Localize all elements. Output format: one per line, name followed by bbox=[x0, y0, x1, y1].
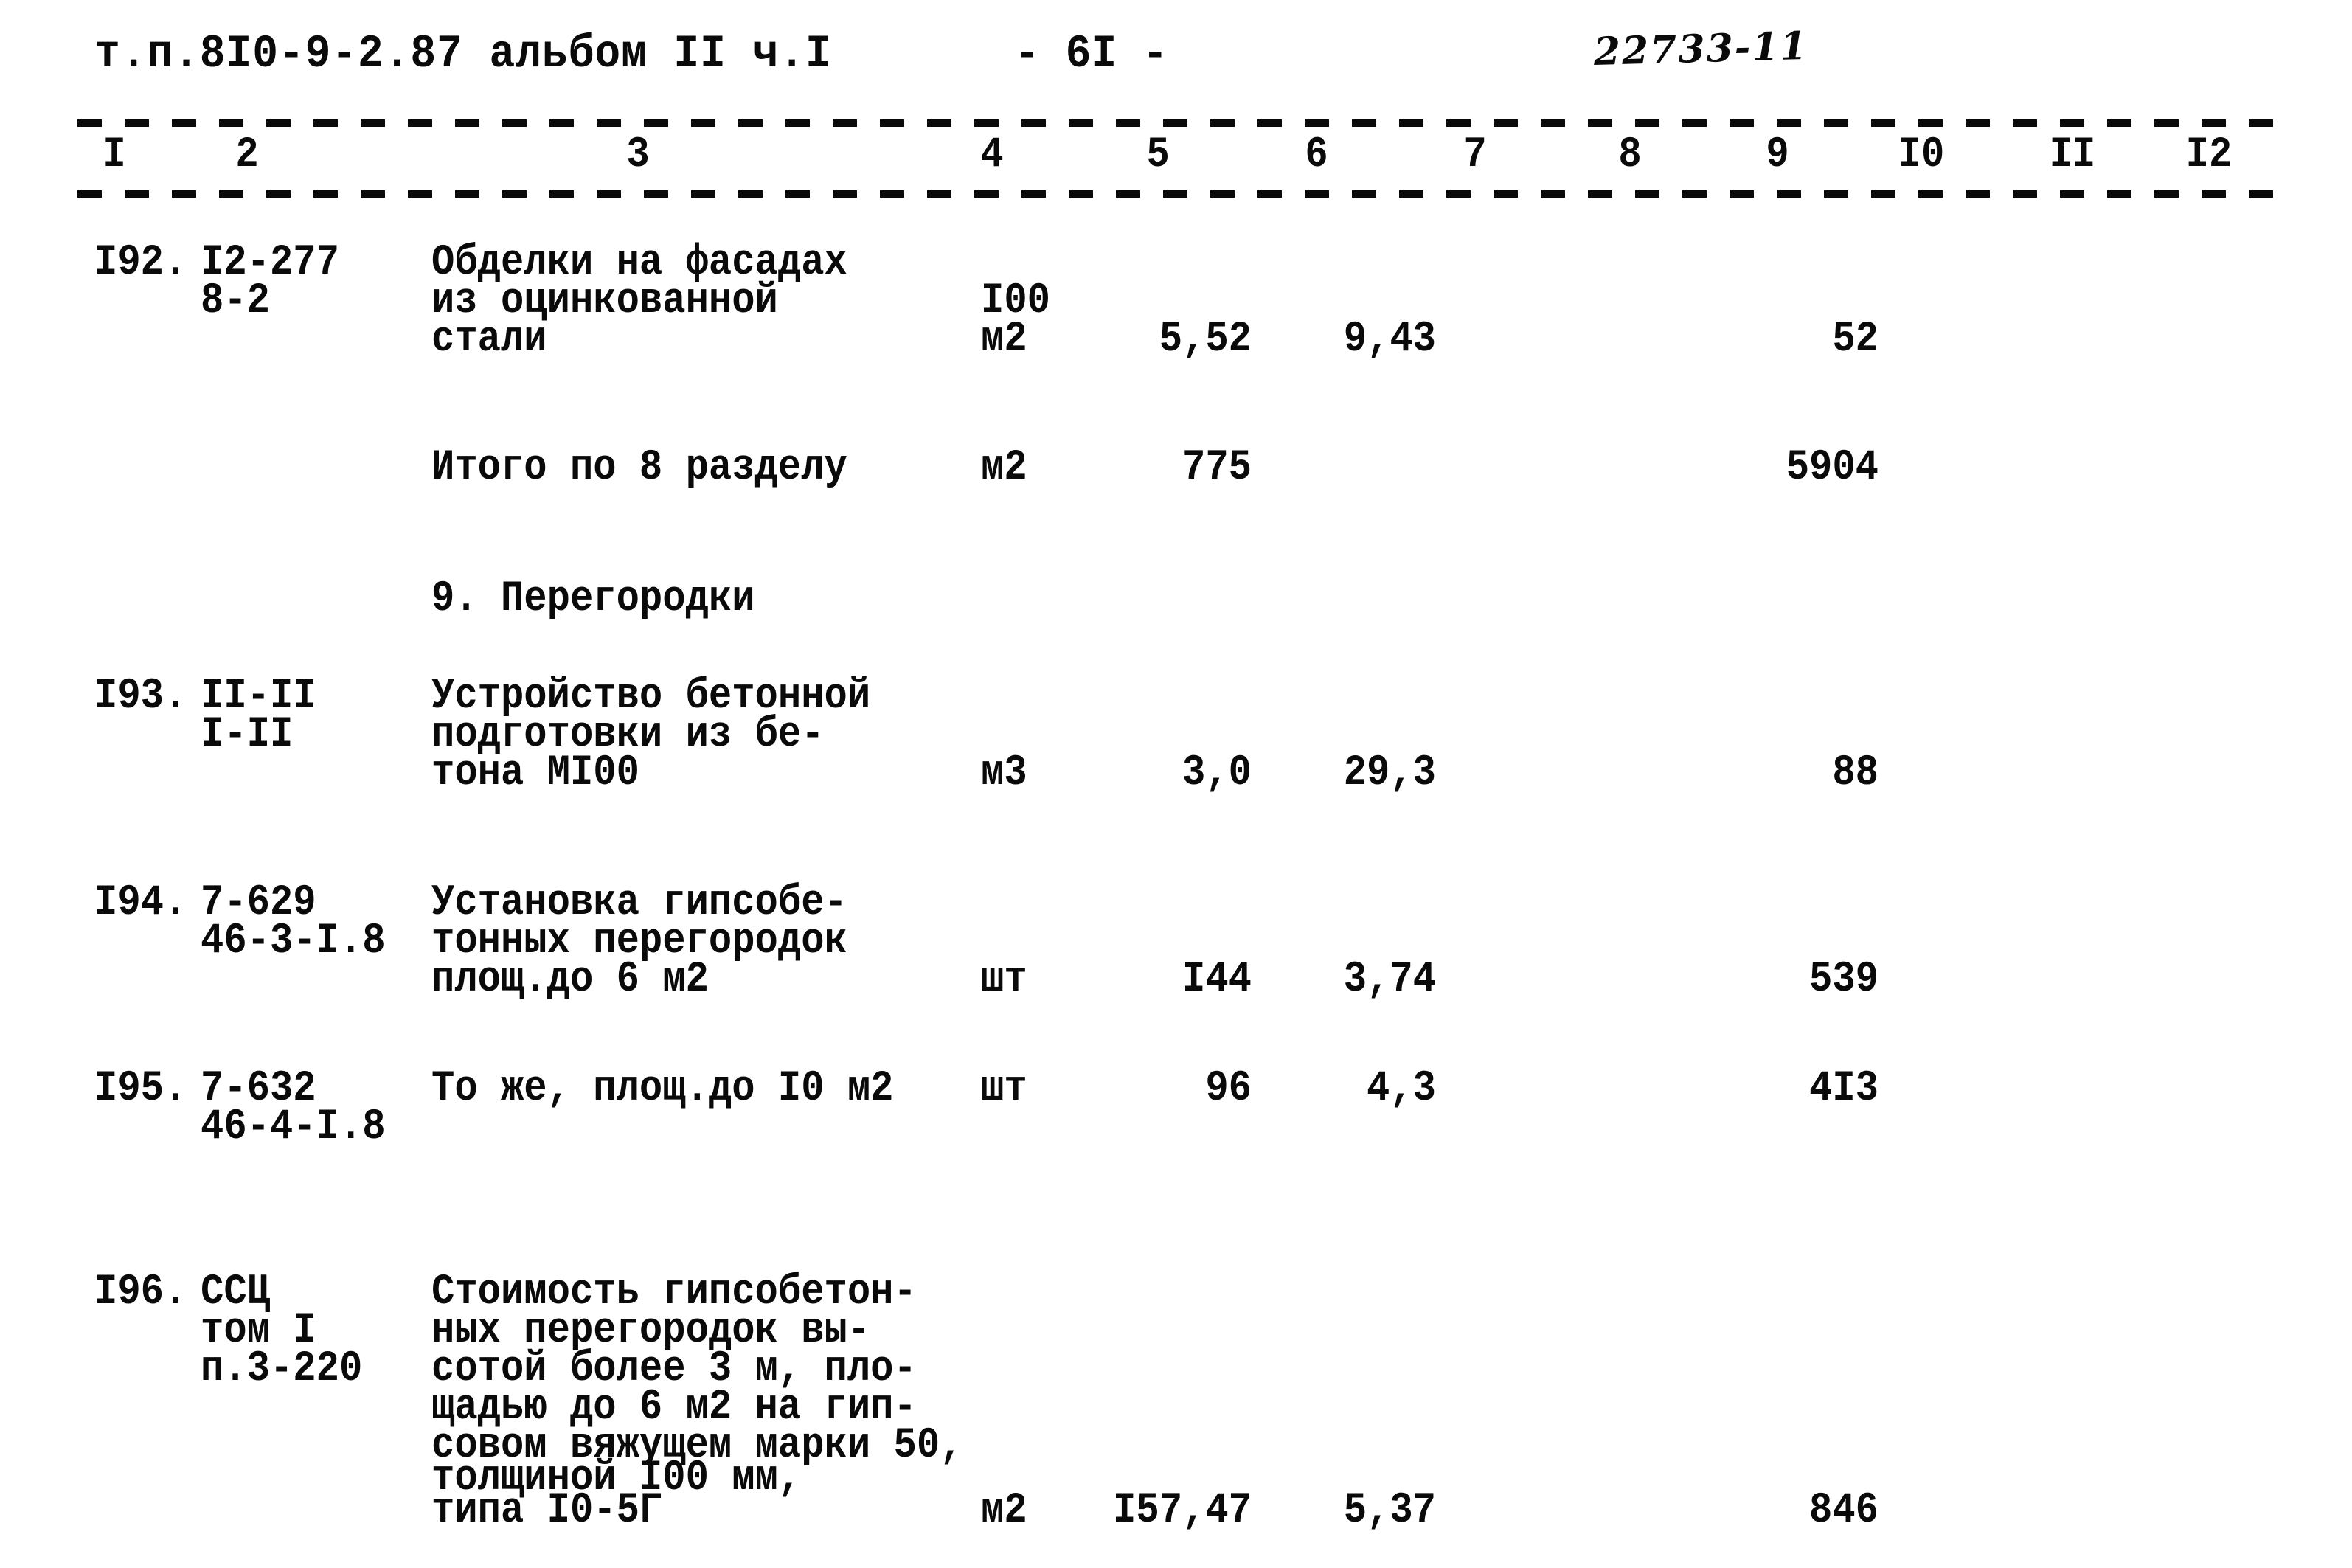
row-unit: м3 bbox=[981, 749, 1027, 797]
row-value-col9: 846 bbox=[1809, 1487, 1879, 1535]
row-value-col5: I44 bbox=[1182, 956, 1252, 1004]
row-unit: м2 bbox=[981, 1487, 1027, 1535]
row-value-col5: 775 bbox=[1182, 444, 1252, 492]
row-value-col5: 3,0 bbox=[1182, 749, 1252, 797]
row-number: I96. bbox=[94, 1269, 187, 1317]
row-value-col9: 4I3 bbox=[1809, 1065, 1879, 1113]
row-number: I94. bbox=[94, 879, 187, 927]
row-value-col6: 3,74 bbox=[1343, 956, 1436, 1004]
row-description: площ.до 6 м2 bbox=[431, 956, 709, 1004]
row-code-line: 46-4-I.8 bbox=[201, 1103, 386, 1151]
row-number: I92. bbox=[94, 239, 187, 287]
row-value-col6: 9,43 bbox=[1343, 316, 1436, 364]
row-value-col9: 88 bbox=[1832, 749, 1879, 797]
row-value-col9: 539 bbox=[1809, 956, 1879, 1004]
row-value-col6: 29,3 bbox=[1343, 749, 1436, 797]
row-number: I93. bbox=[94, 673, 187, 721]
row-description: То же, площ.до I0 м2 bbox=[431, 1065, 894, 1113]
row-description: Итого по 8 разделу bbox=[431, 444, 847, 492]
row-code-line: 8-2 bbox=[201, 277, 270, 325]
row-value-col5: 96 bbox=[1205, 1065, 1252, 1113]
document-page: т.п.8I0-9-2.87 альбом II ч.I - 6I - 2273… bbox=[0, 0, 2352, 1568]
row-code-line: 46-3-I.8 bbox=[201, 917, 386, 965]
row-description: стали bbox=[431, 316, 547, 364]
row-value-col9: 5904 bbox=[1786, 444, 1879, 492]
row-value-col5: 5,52 bbox=[1159, 316, 1252, 364]
section-heading: 9. Перегородки bbox=[431, 575, 755, 623]
row-value-col6: 5,37 bbox=[1343, 1487, 1436, 1535]
row-value-col9: 52 bbox=[1832, 316, 1879, 364]
row-description: типа I0-5Г bbox=[431, 1487, 663, 1535]
row-unit: шт bbox=[981, 956, 1027, 1004]
row-code-line: I-II bbox=[201, 711, 294, 759]
row-unit: м2 bbox=[981, 444, 1027, 492]
row-value-col5: I57,47 bbox=[1113, 1487, 1252, 1535]
row-description: тона MI00 bbox=[431, 749, 639, 797]
row-value-col6: 4,3 bbox=[1367, 1065, 1436, 1113]
row-unit: м2 bbox=[981, 316, 1027, 364]
table-body: I92. I2-277 8-2 Обделки на фасадах из оц… bbox=[0, 0, 2352, 1568]
row-code-line: п.3-220 bbox=[201, 1345, 363, 1393]
row-unit: шт bbox=[981, 1065, 1027, 1113]
row-number: I95. bbox=[94, 1065, 187, 1113]
